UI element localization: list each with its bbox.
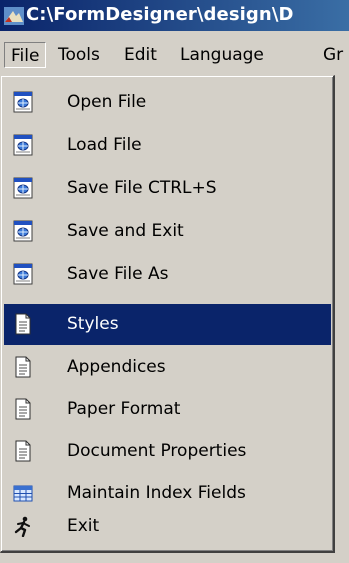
menu-item-appendices[interactable]: Appendices [4,347,331,388]
file-menu-dropdown: Open File Load File Save File CTRL+S Sav… [0,75,335,553]
document-icon [15,440,31,462]
menu-tools[interactable]: Tools [58,42,100,68]
menu-item-paper-format[interactable]: Paper Format [4,389,331,430]
running-man-icon [14,516,30,537]
document-icon [15,313,31,335]
menu-item-label: Exit [67,516,100,536]
menu-item-label: Save File CTRL+S [67,178,217,198]
web-document-icon [13,91,33,113]
document-icon [15,356,31,378]
background-area [335,75,349,563]
menu-bar: File Tools Edit Language Gr [0,31,349,75]
menu-item-label: Document Properties [67,441,247,461]
menu-item-exit[interactable]: Exit [4,506,331,547]
menu-item-document-properties[interactable]: Document Properties [4,431,331,472]
document-icon [15,398,31,420]
web-document-icon [13,134,33,156]
title-bar[interactable]: C:\FormDesigner\design\D [0,0,349,31]
web-document-icon [13,220,33,242]
menu-item-label: Load File [67,135,142,155]
menu-item-label: Appendices [67,357,166,377]
menu-item-label: Save and Exit [67,221,184,241]
menu-file[interactable]: File [4,42,47,68]
menu-edit[interactable]: Edit [124,42,157,68]
background-area-bottom [0,553,349,563]
menu-item-label: Save File As [67,264,169,284]
menu-item-save-and-exit[interactable]: Save and Exit [4,211,331,252]
menu-group[interactable]: Gr [323,42,343,68]
menu-item-styles[interactable]: Styles [4,304,331,345]
menu-item-save-file-as[interactable]: Save File As [4,254,331,295]
menu-item-label: Paper Format [67,399,181,419]
menu-item-label: Styles [67,314,119,334]
menu-item-open-file[interactable]: Open File [4,82,331,123]
menu-item-load-file[interactable]: Load File [4,125,331,166]
menu-language[interactable]: Language [180,42,264,68]
web-document-icon [13,177,33,199]
app-icon [4,7,24,25]
menu-item-save-file[interactable]: Save File CTRL+S [4,168,331,209]
grid-icon [13,485,33,502]
web-document-icon [13,263,33,285]
menu-item-label: Open File [67,92,147,112]
window-title: C:\FormDesigner\design\D [26,4,294,25]
